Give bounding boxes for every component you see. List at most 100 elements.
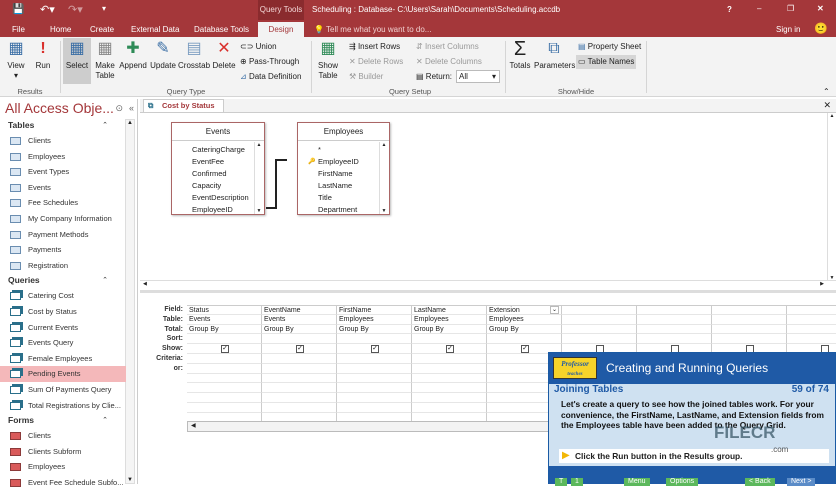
grid-cell[interactable]: [412, 383, 487, 394]
grid-cell[interactable]: [412, 334, 487, 345]
parameters-button[interactable]: ⧉ Parameters: [534, 39, 575, 71]
grid-cell[interactable]: LastName: [412, 305, 487, 315]
table-field[interactable]: LastName: [298, 180, 389, 192]
grid-cell[interactable]: [337, 334, 412, 345]
tab-external-data[interactable]: External Data: [125, 22, 185, 37]
nav-item[interactable]: Employees: [0, 149, 126, 165]
grid-cell[interactable]: [712, 324, 787, 335]
grid-cell[interactable]: ✓: [337, 344, 412, 354]
grid-cell[interactable]: [262, 363, 337, 374]
pass-through-button[interactable]: ⊕ Pass-Through: [240, 57, 299, 67]
make-table-button[interactable]: ▦ Make Table: [92, 39, 118, 81]
minimize-button[interactable]: –: [757, 4, 761, 13]
nav-item[interactable]: Employees: [0, 459, 126, 475]
tab-file[interactable]: File: [6, 22, 31, 37]
restore-button[interactable]: ❐: [787, 4, 794, 13]
nav-scrollbar[interactable]: ▲ ▼: [125, 119, 135, 484]
employees-table-box[interactable]: Employees * 🔑 EmployeeID FirstName LastName T…: [297, 122, 390, 215]
undo-icon[interactable]: ↶▾: [40, 3, 55, 16]
table-field[interactable]: *: [298, 144, 389, 156]
tutorial-next-button[interactable]: Next >: [787, 478, 816, 486]
table-names-toggle[interactable]: ▭ Table Names: [576, 55, 637, 69]
grid-cell[interactable]: ✓: [187, 344, 262, 354]
property-sheet-button[interactable]: ▤ Property Sheet: [578, 42, 641, 52]
grid-cell[interactable]: Group By: [412, 324, 487, 335]
collapse-icon[interactable]: ⌃: [102, 273, 108, 288]
show-checkbox[interactable]: ✓: [446, 345, 454, 354]
union-button[interactable]: ⊂⊃ Union: [240, 42, 277, 52]
view-button[interactable]: ▦ View ▾: [4, 39, 28, 81]
append-button[interactable]: ✚ Append: [119, 39, 147, 71]
table-field[interactable]: Department: [298, 204, 389, 216]
nav-item[interactable]: Total Registrations by Clie...: [0, 398, 126, 414]
grid-cell[interactable]: [637, 305, 712, 315]
update-button[interactable]: ✎ Update: [149, 39, 177, 71]
nav-item[interactable]: Events: [0, 180, 126, 196]
crosstab-button[interactable]: ▤ Crosstab: [178, 39, 210, 71]
grid-cell[interactable]: [412, 403, 487, 413]
grid-cell[interactable]: [337, 403, 412, 413]
grid-cell[interactable]: ✓: [262, 344, 337, 354]
tab-home[interactable]: Home: [44, 22, 77, 37]
show-checkbox[interactable]: ✓: [371, 345, 379, 354]
table-field[interactable]: FirstName: [298, 168, 389, 180]
employees-scrollbar[interactable]: ▲ ▼: [379, 142, 388, 214]
customize-qat-icon[interactable]: ▾: [102, 4, 106, 13]
grid-cell[interactable]: [637, 324, 712, 335]
show-checkbox[interactable]: ✓: [521, 345, 529, 354]
smiley-feedback-icon[interactable]: 🙂: [814, 22, 828, 35]
data-definition-button[interactable]: ⊿ Data Definition: [240, 72, 301, 82]
tab-cost-by-status[interactable]: ⧉ Cost by Status: [143, 99, 224, 112]
nav-item[interactable]: Current Events: [0, 320, 126, 336]
return-dropdown[interactable]: All ▾: [456, 70, 500, 83]
help-button[interactable]: ?: [727, 5, 732, 14]
tab-database-tools[interactable]: Database Tools: [188, 22, 255, 37]
grid-cell[interactable]: [412, 393, 487, 403]
grid-cell[interactable]: [637, 334, 712, 345]
collapse-icon[interactable]: ⌃: [102, 118, 108, 133]
grid-cell[interactable]: EventName: [262, 305, 337, 315]
grid-cell[interactable]: [262, 334, 337, 345]
table-field[interactable]: 🔑 EmployeeID: [298, 156, 389, 168]
grid-cell[interactable]: Employees: [337, 314, 412, 325]
nav-item[interactable]: Payments: [0, 242, 126, 258]
nav-menu-icon[interactable]: ⊙: [115, 99, 123, 118]
scroll-down-icon[interactable]: ▼: [126, 477, 134, 483]
grid-cell[interactable]: FirstName: [337, 305, 412, 315]
grid-cell[interactable]: [337, 383, 412, 394]
grid-cell[interactable]: ✓: [412, 344, 487, 354]
show-checkbox[interactable]: ✓: [296, 345, 304, 354]
grid-cell[interactable]: [187, 403, 262, 413]
select-query-button[interactable]: ▦ Select: [63, 38, 91, 84]
tutorial-t-button[interactable]: T: [555, 478, 568, 486]
grid-cell[interactable]: Group By: [187, 324, 262, 335]
collapse-ribbon-icon[interactable]: ⌃: [823, 87, 830, 96]
events-table-box[interactable]: Events CateringCharge EventFee Confirmed Ca…: [171, 122, 265, 215]
field-dropdown-icon[interactable]: ⌄: [550, 306, 559, 314]
nav-item[interactable]: My Company Information: [0, 211, 126, 227]
builder-button[interactable]: ⚒ Builder: [349, 72, 383, 82]
grid-cell[interactable]: [262, 354, 337, 364]
nav-title[interactable]: All Access Obje... ⊙ «: [0, 99, 137, 118]
grid-cell[interactable]: Events: [262, 314, 337, 325]
insert-rows-button[interactable]: ⇶ Insert Rows: [349, 42, 400, 52]
nav-group-forms[interactable]: Forms ⌃: [0, 413, 126, 428]
events-table-title[interactable]: Events: [172, 123, 264, 141]
grid-cell[interactable]: [187, 363, 262, 374]
design-vscrollbar[interactable]: ▲ ▼: [827, 113, 836, 281]
grid-cell[interactable]: [187, 393, 262, 403]
grid-cell[interactable]: [262, 373, 337, 384]
nav-item[interactable]: Catering Cost: [0, 288, 126, 304]
grid-cell[interactable]: [562, 334, 637, 345]
grid-cell[interactable]: [337, 393, 412, 403]
delete-query-button[interactable]: ✕ Delete: [212, 39, 236, 71]
grid-cell[interactable]: [562, 314, 637, 325]
events-scrollbar[interactable]: ▲ ▼: [254, 142, 263, 214]
grid-cell[interactable]: [187, 334, 262, 345]
grid-cell[interactable]: [262, 383, 337, 394]
totals-button[interactable]: Σ Totals: [508, 39, 532, 71]
nav-item[interactable]: Event Fee Schedule Subfo...: [0, 475, 126, 490]
grid-cell[interactable]: [337, 363, 412, 374]
nav-group-queries[interactable]: Queries ⌃: [0, 273, 126, 288]
grid-cell[interactable]: [187, 373, 262, 384]
